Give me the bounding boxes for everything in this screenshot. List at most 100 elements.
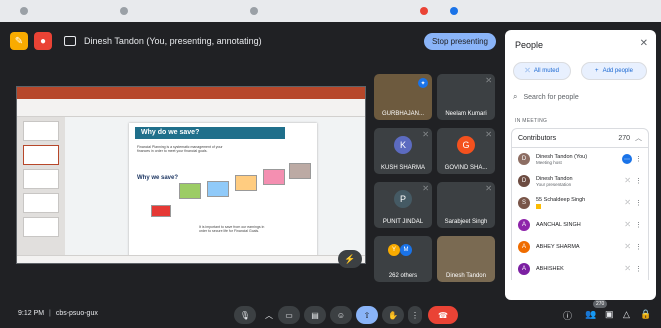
participant-tile[interactable]: ⤫ Neelam Kumari [437,74,495,120]
presenter-text: Dinesh Tandon (You, presenting, annotati… [84,36,262,46]
slide-thumbnail [23,193,59,213]
chat-icon[interactable]: ▣ [605,309,614,320]
person-row[interactable]: S 55 Schaldeep Singh ⤫ ⋮ [511,192,649,214]
divider: | [49,310,51,317]
search-input[interactable]: ⌕ Search for people [513,88,647,106]
people-title: People [515,40,544,50]
ppt-titlebar [17,87,365,99]
mic-off-icon[interactable]: ⤫ [625,222,630,229]
captions-button[interactable]: ▤ [304,306,326,324]
lock-icon[interactable]: 🔒 [640,309,651,320]
avatar: M [400,244,412,256]
kebab-icon[interactable]: ⋮ [635,177,642,185]
person-name: AANCHAL SINGH [536,222,581,228]
mic-off-icon: ⤫ [486,186,491,192]
speaking-icon: ✦ [418,78,428,88]
kebab-icon[interactable]: ⋮ [635,199,642,207]
bottom-controls: 9:12 PM | cbs-psuo-gux 🎙 ︿ ▭ ▤ ☺ ⇧ ✋ ⋮ ☎… [0,300,661,328]
kebab-icon[interactable]: ⋮ [635,265,642,273]
add-people-label: Add people [602,68,633,74]
raise-hand-button[interactable]: ✋ [382,306,404,324]
marriage-image [263,169,285,185]
person-row[interactable]: A ABHISHEK ⤫ ⋮ [511,258,649,280]
slide-title: Why do we save? [135,127,285,139]
mic-off-icon[interactable]: ⤫ [625,266,630,273]
pen-icon[interactable]: ✎ [10,32,28,50]
participant-tile[interactable]: Dinesh Tandon [437,236,495,282]
participant-tile[interactable]: ✦ GURBHAJAN... [374,74,432,120]
slide-thumbnail [23,169,59,189]
person-role: Meeting host [536,159,562,165]
slide-intro: Financial Planning is a systematic manag… [137,145,223,153]
more-options-button[interactable]: ⋮ [408,306,422,324]
chevron-up-icon: ︿ [635,135,642,142]
person-role: Your presentation [536,181,572,187]
mic-off-icon: ⤫ [423,186,428,192]
participant-tile[interactable]: ⤫ Sarabjeet Singh [437,182,495,228]
person-row[interactable]: D Dinesh Tandon Your presentation ⤫ ⋮ [511,170,649,192]
mic-off-icon[interactable]: ⤫ [625,200,630,207]
all-muted-button[interactable]: ⤫ All muted [513,62,571,80]
participant-tile[interactable]: ⤫ G GOVIND SHA... [437,128,495,174]
meeting-info: 9:12 PM | cbs-psuo-gux [18,310,98,317]
contributors-count: 270 [618,134,630,142]
os-icon [450,7,458,15]
car-image [151,205,171,217]
all-muted-label: All muted [533,68,559,74]
avatar: A [518,241,530,253]
meeting-code: cbs-psuo-gux [55,310,98,317]
ppt-statusbar [17,255,365,263]
participant-tile[interactable]: ⤫ P PUNIT JINDAL [374,182,432,228]
add-people-button[interactable]: + Add people [581,62,647,80]
search-icon: ⌕ [513,92,518,101]
person-row[interactable]: D Dinesh Tandon (You) Meeting host ⋯ ⋮ [511,148,649,170]
close-icon[interactable]: ✕ [640,38,648,49]
os-icon [420,7,428,15]
mic-off-icon: ⤫ [486,132,491,138]
participant-name: 262 others [388,273,418,279]
kebab-icon[interactable]: ⋮ [635,221,642,229]
kebab-icon[interactable]: ⋮ [635,243,642,251]
kebab-icon[interactable]: ⋮ [635,155,642,163]
mic-off-icon[interactable]: ⤫ [625,244,630,251]
camera-button[interactable]: ▭ [278,306,300,324]
person-row[interactable]: A AANCHAL SINGH ⤫ ⋮ [511,214,649,236]
mic-button[interactable]: 🎙 [234,306,256,324]
annotate-button[interactable]: ⚡ [338,250,362,268]
vacation-image [207,181,229,197]
participant-name: GURBHAJAN... [381,111,424,117]
people-icon[interactable]: 👥 [585,309,596,320]
participant-count-badge: 270 [593,300,608,308]
present-button[interactable]: ⇧ [356,306,378,324]
slide-thumbnail [23,121,59,141]
participant-tile[interactable]: ⤫ K KUSH SHARMA [374,128,432,174]
others-tile[interactable]: Y M 262 others [374,236,432,282]
slide-subheading: Why we save? [137,175,179,181]
avatar: A [518,219,530,231]
slide-thumbnails [17,117,65,257]
slide-thumbnail [23,217,59,237]
person-row[interactable]: A ABHEY SHARMA ⤫ ⋮ [511,236,649,258]
record-icon[interactable]: ● [34,32,52,50]
avatar: P [394,190,412,208]
slide-footer-text: It is important to save from our earning… [199,225,265,233]
stop-presenting-button[interactable]: Stop presenting [423,33,496,50]
avatar: S [518,197,530,209]
retirement-image [289,163,311,179]
info-icon[interactable]: ⓘ [563,309,572,322]
hangup-button[interactable]: ☎ [428,306,458,324]
person-name: ABHISHEK [536,266,564,272]
present-screen-icon [64,36,76,46]
avatar: D [518,153,530,165]
person-name: 55 Schaldeep Singh [536,197,586,203]
avatar: Y [388,244,400,256]
activities-icon[interactable]: △ [623,309,630,320]
contributors-header[interactable]: Contributors 270 ︿ [511,128,649,148]
more-options-icon[interactable]: ⋯ [622,154,632,164]
chevron-up-icon[interactable]: ︿ [262,306,276,324]
ppt-ribbon [17,99,365,117]
meet-window: ✎ ● Dinesh Tandon (You, presenting, anno… [0,0,661,328]
emoji-button[interactable]: ☺ [330,306,352,324]
participant-name: Neelam Kumari [445,111,487,117]
mic-off-icon[interactable]: ⤫ [625,178,630,185]
